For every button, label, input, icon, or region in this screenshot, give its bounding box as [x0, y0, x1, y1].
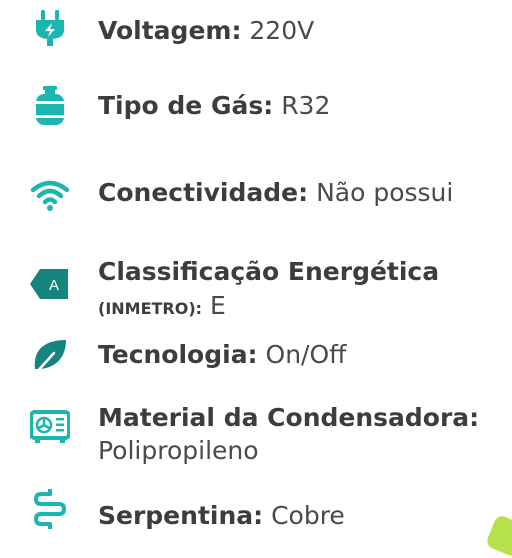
spec-value: Polipropileno [98, 436, 259, 465]
spec-label: Classificação Energética [98, 257, 440, 286]
spec-value: R32 [281, 91, 331, 120]
spec-value: On/Off [265, 340, 347, 369]
decorative-corner-shape [484, 513, 512, 558]
coil-icon [34, 489, 66, 529]
spec-label: Serpentina: [98, 501, 264, 530]
spec-line: Tecnologia: On/Off [98, 340, 346, 370]
spec-label: Tipo de Gás: [98, 91, 274, 120]
leaf-icon [33, 340, 66, 376]
spec-line: Material da Condensadora: [98, 403, 479, 433]
energy-class-letter: A [49, 277, 59, 294]
condenser-unit-icon [30, 410, 70, 443]
spec-sublabel: (INMETRO): [98, 299, 203, 318]
spec-value: Não possui [316, 178, 454, 207]
spec-line: Conectividade: Não possui [98, 178, 453, 208]
spec-line-secondary: Polipropileno [98, 436, 259, 466]
spec-label: Conectividade: [98, 178, 309, 207]
spec-label: Material da Condensadora: [98, 403, 480, 432]
spec-value: E [210, 291, 226, 320]
spec-line-secondary: (INMETRO): E [98, 291, 226, 324]
spec-value: 220V [249, 16, 315, 45]
gas-cylinder-icon [36, 86, 64, 125]
spec-line: Tipo de Gás: R32 [98, 91, 330, 121]
spec-label: Tecnologia: [98, 340, 258, 369]
spec-line: Voltagem: 220V [98, 16, 314, 46]
spec-value: Cobre [271, 501, 345, 530]
power-plug-icon [36, 10, 64, 46]
spec-label: Voltagem: [98, 16, 242, 45]
energy-class-icon: A [30, 269, 68, 299]
spec-line: Classificação Energética [98, 257, 439, 287]
spec-line: Serpentina: Cobre [98, 501, 345, 531]
wifi-icon [30, 180, 70, 211]
